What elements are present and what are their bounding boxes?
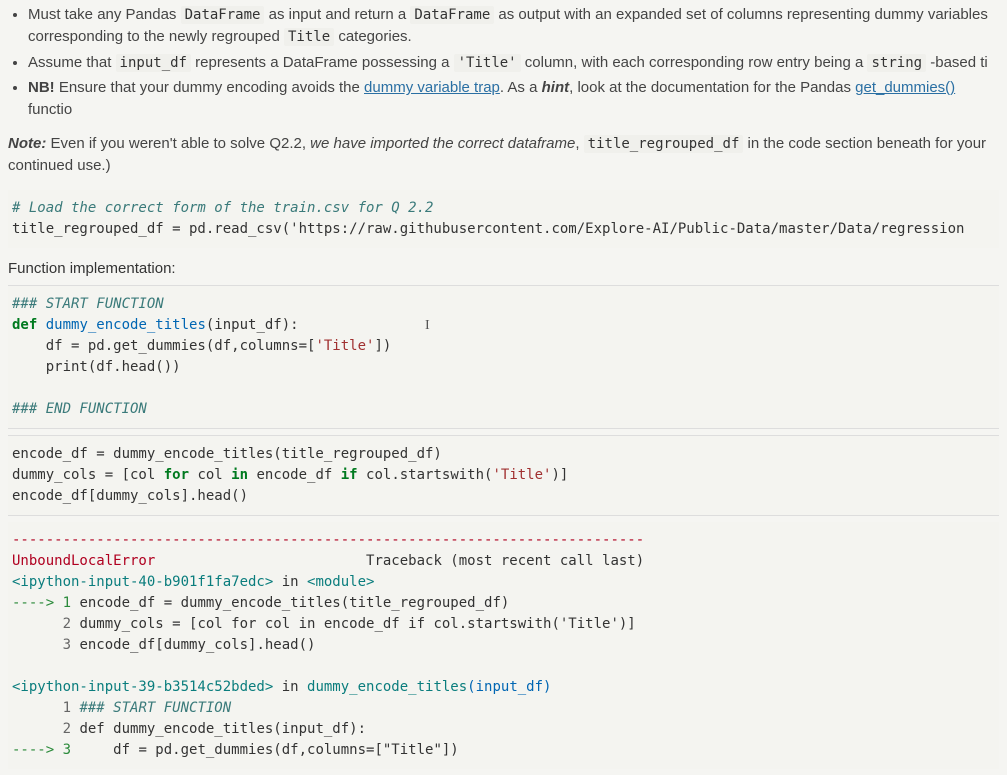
note-block: Note: Even if you weren't able to solve … bbox=[8, 133, 999, 177]
text: Even if you weren't able to solve Q2.2, bbox=[46, 135, 310, 152]
code-string: string bbox=[867, 54, 926, 72]
code-line: encode_df = dummy_encode_titles(title_re… bbox=[12, 446, 442, 462]
trace-line: df = pd.get_dummies(df,columns=["Title"]… bbox=[71, 742, 459, 758]
bullet-2: Assume that input_df represents a DataFr… bbox=[28, 52, 999, 74]
code-dataframe: DataFrame bbox=[410, 6, 494, 24]
code-title: Title bbox=[284, 28, 334, 46]
text: represents a DataFrame possessing a bbox=[191, 54, 454, 71]
code-title-regrouped-df: title_regrouped_df bbox=[584, 135, 744, 153]
kw-if: if bbox=[341, 467, 358, 483]
trace-separator: ----------------------------------------… bbox=[12, 532, 644, 548]
text: , bbox=[575, 135, 583, 152]
text: in bbox=[273, 679, 307, 695]
traceback-label: Traceback (most recent call last) bbox=[366, 553, 644, 569]
code-line: title_regrouped_df = pd.read_csv('https:… bbox=[12, 221, 964, 237]
code-comment: # Load the correct form of the train.csv… bbox=[12, 200, 433, 216]
text: in bbox=[273, 574, 307, 590]
code: col bbox=[189, 467, 231, 483]
code-title-str: 'Title' bbox=[454, 54, 521, 72]
link-dummy-variable-trap[interactable]: dummy variable trap bbox=[364, 79, 500, 96]
kw-for: for bbox=[164, 467, 189, 483]
code-function-definition: ### START FUNCTION def dummy_encode_titl… bbox=[8, 285, 999, 429]
nb-label: NB! bbox=[28, 79, 55, 96]
line-number: 2 bbox=[12, 616, 71, 632]
func-name: dummy_encode_titles bbox=[37, 317, 206, 333]
text: . As a bbox=[500, 79, 542, 96]
text: Assume that bbox=[28, 54, 116, 71]
end-function-marker: ### END FUNCTION bbox=[12, 401, 147, 417]
code: col.startswith( bbox=[358, 467, 493, 483]
code: dummy_cols = [col bbox=[12, 467, 164, 483]
link-get-dummies[interactable]: get_dummies() bbox=[855, 79, 955, 96]
text: categories. bbox=[334, 28, 412, 45]
string-literal: 'Title' bbox=[492, 467, 551, 483]
code-call-and-filter: encode_df = dummy_encode_titles(title_re… bbox=[8, 435, 999, 516]
trace-line: dummy_cols = [col for col in encode_df i… bbox=[71, 616, 636, 632]
string-literal: 'Title' bbox=[315, 338, 374, 354]
ipython-frame: <ipython-input-39-b3514c52bded> bbox=[12, 679, 273, 695]
module-label: <module> bbox=[307, 574, 374, 590]
trace-line: encode_df[dummy_cols].head() bbox=[71, 637, 315, 653]
start-function-marker: ### START FUNCTION bbox=[12, 296, 164, 312]
kw-in: in bbox=[231, 467, 248, 483]
kw-def: def bbox=[12, 317, 37, 333]
code-line: encode_df[dummy_cols].head() bbox=[12, 488, 248, 504]
code: encode_df bbox=[248, 467, 341, 483]
note-label: Note: bbox=[8, 135, 46, 152]
text: Ensure that your dummy encoding avoids t… bbox=[55, 79, 364, 96]
text: -based ti bbox=[926, 54, 988, 71]
code: (input_df): bbox=[206, 317, 299, 333]
function-implementation-heading: Function implementation: bbox=[8, 260, 999, 277]
error-name: UnboundLocalError bbox=[12, 553, 155, 569]
code: )] bbox=[551, 467, 568, 483]
trace-line: def dummy_encode_titles(input_df): bbox=[71, 721, 366, 737]
text: functio bbox=[28, 101, 72, 118]
func-name: dummy_encode_titles bbox=[307, 679, 467, 695]
text: Must take any Pandas bbox=[28, 6, 181, 23]
text: , look at the documentation for the Pand… bbox=[569, 79, 855, 96]
code: ]) bbox=[374, 338, 391, 354]
func-args: (input_df) bbox=[467, 679, 551, 695]
trace-arrow: ----> 1 bbox=[12, 595, 71, 611]
text-italic: we have imported the correct dataframe bbox=[310, 135, 575, 152]
traceback-output: ----------------------------------------… bbox=[8, 522, 999, 769]
bullet-1: Must take any Pandas DataFrame as input … bbox=[28, 4, 999, 48]
hint-label: hint bbox=[542, 79, 570, 96]
text: column, with each corresponding row entr… bbox=[521, 54, 868, 71]
text: as input and return a bbox=[264, 6, 410, 23]
code-dataframe: DataFrame bbox=[181, 6, 265, 24]
code: df = pd.get_dummies(df,columns=[ bbox=[12, 338, 315, 354]
trace-line: encode_df = dummy_encode_titles(title_re… bbox=[71, 595, 509, 611]
trace-arrow: ----> 3 bbox=[12, 742, 71, 758]
bullet-3: NB! Ensure that your dummy encoding avoi… bbox=[28, 77, 999, 121]
text-cursor-icon: I bbox=[425, 315, 430, 336]
code-input-df: input_df bbox=[116, 54, 191, 72]
line-number: 3 bbox=[12, 637, 71, 653]
code-load-csv: # Load the correct form of the train.csv… bbox=[8, 190, 999, 248]
ipython-frame: <ipython-input-40-b901f1fa7edc> bbox=[12, 574, 273, 590]
code: print(df.head()) bbox=[12, 359, 181, 375]
requirements-list: Must take any Pandas DataFrame as input … bbox=[8, 4, 999, 121]
line-number: 2 bbox=[12, 721, 71, 737]
